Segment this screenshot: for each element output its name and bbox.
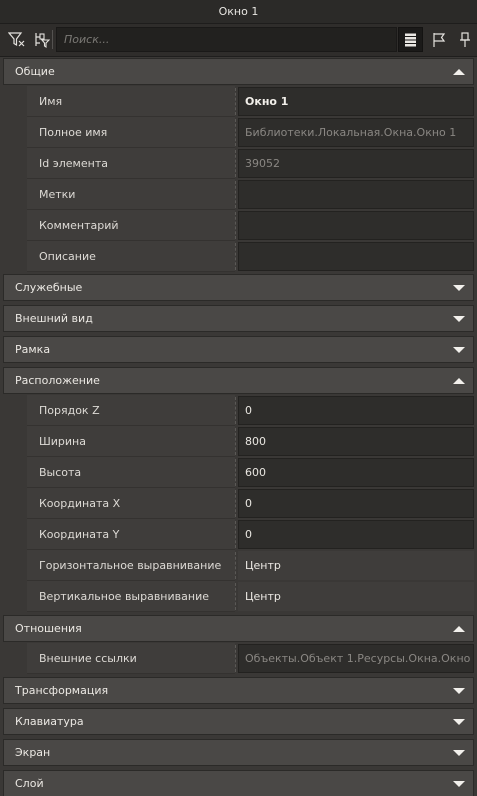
chevron-up-icon	[453, 626, 465, 632]
chevron-down-icon	[453, 750, 465, 756]
width-field[interactable]: 800	[238, 427, 474, 456]
element-id-field: 39052	[238, 149, 474, 178]
property-label: Вертикальное выравнивание	[27, 581, 235, 612]
property-row-full-name: Полное имя Библиотеки.Локальная.Окна.Окн…	[3, 117, 474, 148]
property-row-name: Имя Окно 1	[3, 86, 474, 117]
property-row-width: Ширина 800	[3, 426, 474, 457]
chevron-down-icon	[453, 781, 465, 787]
z-order-field[interactable]: 0	[238, 396, 474, 425]
section-keyboard-header[interactable]: Клавиатура	[3, 708, 474, 735]
chevron-up-icon	[453, 69, 465, 75]
property-row-height: Высота 600	[3, 457, 474, 488]
tags-field[interactable]	[238, 180, 474, 209]
tree-filter-button[interactable]	[29, 27, 54, 52]
property-row-v-align: Вертикальное выравнивание Центр	[3, 581, 474, 612]
property-label: Горизонтальное выравнивание	[27, 550, 235, 581]
name-field[interactable]: Окно 1	[238, 87, 474, 116]
chevron-down-icon	[453, 316, 465, 322]
chevron-down-icon	[453, 688, 465, 694]
section-frame-header[interactable]: Рамка	[3, 336, 474, 363]
section-appearance-header[interactable]: Внешний вид	[3, 305, 474, 332]
coord-x-field[interactable]: 0	[238, 489, 474, 518]
section-layout-header[interactable]: Расположение	[3, 367, 474, 394]
filter-button[interactable]	[4, 27, 29, 52]
property-row-z-order: Порядок Z 0	[3, 395, 474, 426]
property-label: Внешние ссылки	[27, 643, 235, 674]
property-label: Координата Y	[27, 519, 235, 550]
coord-y-field[interactable]: 0	[238, 520, 474, 549]
property-row-coord-x: Координата X 0	[3, 488, 474, 519]
property-row-comment: Комментарий	[3, 210, 474, 241]
property-label: Метки	[27, 179, 235, 210]
section-general-header[interactable]: Общие	[3, 58, 474, 85]
list-view-button[interactable]	[398, 27, 423, 52]
property-label: Порядок Z	[27, 395, 235, 426]
property-row-element-id: Id элемента 39052	[3, 148, 474, 179]
section-title: Трансформация	[15, 684, 109, 697]
property-row-description: Описание	[3, 241, 474, 272]
section-layer-header[interactable]: Слой	[3, 770, 474, 796]
section-screen-header[interactable]: Экран	[3, 739, 474, 766]
section-transform-header[interactable]: Трансформация	[3, 677, 474, 704]
section-title: Клавиатура	[15, 715, 84, 728]
section-title: Рамка	[15, 343, 51, 356]
pin-icon	[459, 31, 470, 47]
property-label: Комментарий	[27, 210, 235, 241]
list-view-icon	[405, 33, 416, 47]
section-title: Слой	[15, 777, 44, 790]
section-title: Внешний вид	[15, 312, 93, 325]
properties-panel: Общие Имя Окно 1 Полное имя Библиотеки.Л…	[0, 57, 477, 796]
property-label: Id элемента	[27, 148, 235, 179]
property-label: Полное имя	[27, 117, 235, 148]
property-row-h-align: Горизонтальное выравнивание Центр	[3, 550, 474, 581]
section-title: Расположение	[15, 374, 100, 387]
section-relations-header[interactable]: Отношения	[3, 615, 474, 642]
v-align-select[interactable]: Центр	[238, 582, 474, 611]
full-name-field: Библиотеки.Локальная.Окна.Окно 1	[238, 118, 474, 147]
toolbar-divider	[52, 30, 53, 49]
property-row-external-links: Внешние ссылки Объекты.Объект 1.Ресурсы.…	[3, 643, 474, 674]
chevron-down-icon	[453, 285, 465, 291]
filter-icon	[8, 32, 25, 47]
flag-button[interactable]	[426, 27, 451, 52]
chevron-down-icon	[453, 719, 465, 725]
section-title: Служебные	[15, 281, 83, 294]
property-label: Имя	[27, 86, 235, 117]
property-label: Описание	[27, 241, 235, 272]
search-input[interactable]: Поиск...	[56, 27, 397, 52]
toolbar: Поиск...	[0, 24, 477, 57]
property-label: Высота	[27, 457, 235, 488]
chevron-down-icon	[453, 347, 465, 353]
description-field[interactable]	[238, 242, 474, 271]
height-field[interactable]: 600	[238, 458, 474, 487]
pin-button[interactable]	[452, 27, 477, 52]
property-label: Координата X	[27, 488, 235, 519]
property-row-tags: Метки	[3, 179, 474, 210]
chevron-up-icon	[453, 378, 465, 384]
section-title: Общие	[15, 65, 55, 78]
external-links-field[interactable]: Объекты.Объект 1.Ресурсы.Окна.Окно 2	[238, 644, 474, 673]
comment-field[interactable]	[238, 211, 474, 240]
section-title: Отношения	[15, 622, 82, 635]
section-title: Экран	[15, 746, 51, 759]
property-row-coord-y: Координата Y 0	[3, 519, 474, 550]
flag-icon	[432, 32, 445, 47]
property-label: Ширина	[27, 426, 235, 457]
tree-filter-icon	[35, 33, 50, 48]
h-align-select[interactable]: Центр	[238, 551, 474, 580]
window-title: Окно 1	[0, 0, 477, 24]
section-service-header[interactable]: Служебные	[3, 274, 474, 301]
